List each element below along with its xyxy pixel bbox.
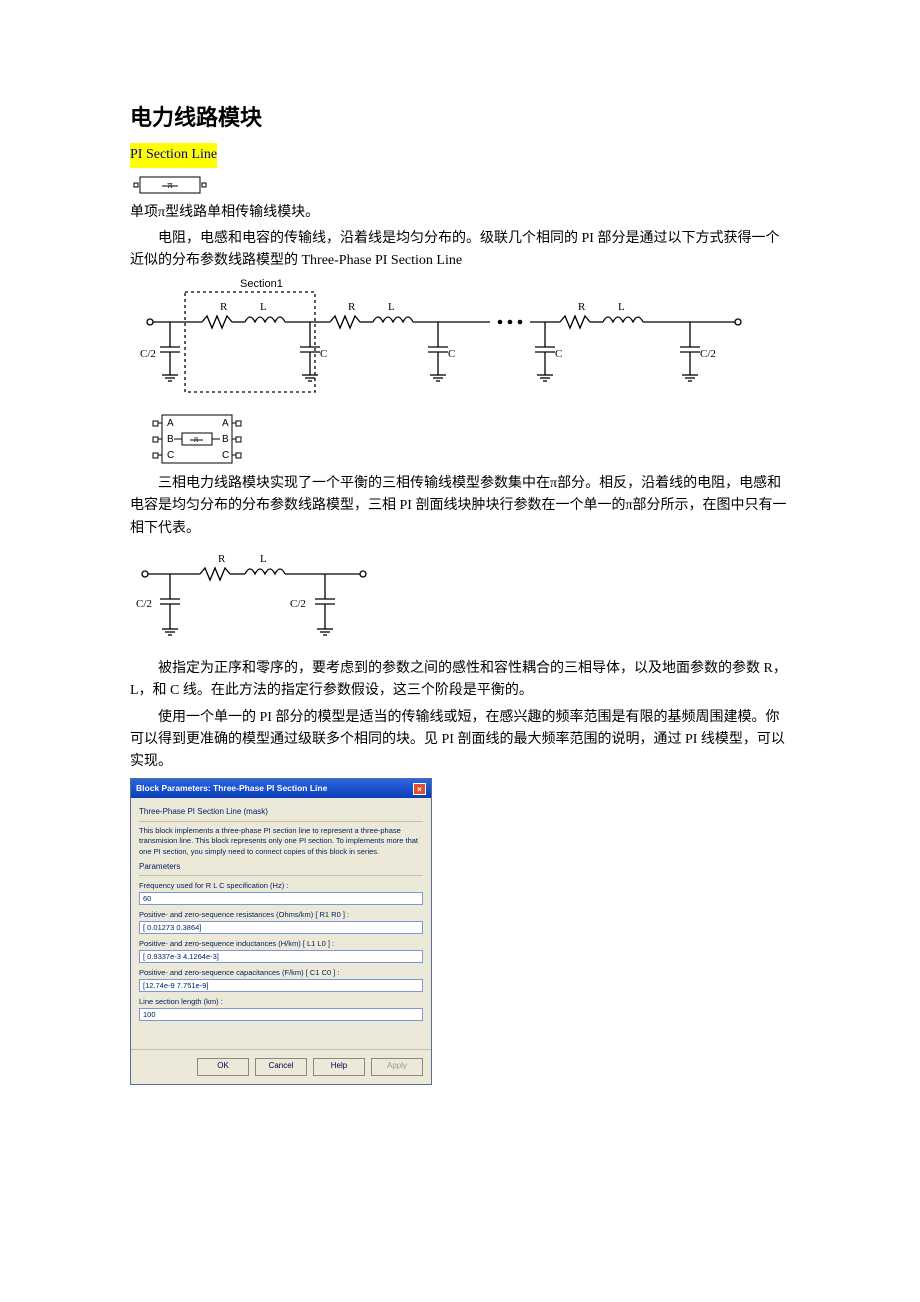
freq-input[interactable]	[139, 892, 423, 905]
svg-text:R: R	[220, 301, 228, 313]
resist-label: Positive- and zero-sequence resistances …	[139, 909, 423, 921]
svg-text:L: L	[260, 553, 267, 565]
para4: 被指定为正序和零序的，要考虑到的参数之间的感性和容性耦合的三相导体，以及地面参数…	[130, 658, 790, 703]
svg-text:C: C	[448, 348, 455, 360]
svg-text:C: C	[222, 450, 229, 461]
dialog-description: This block implements a three-phase PI s…	[139, 826, 423, 856]
svg-text:C: C	[555, 348, 562, 360]
diagram-single-pi: C/2 R L C/2	[130, 544, 790, 654]
svg-text:B: B	[222, 434, 229, 445]
section1-label: Section1	[240, 278, 283, 290]
svg-text:L: L	[260, 301, 267, 313]
apply-button[interactable]: Apply	[371, 1058, 423, 1076]
induct-input[interactable]	[139, 950, 423, 963]
dialog-title-text: Block Parameters: Three-Phase PI Section…	[136, 782, 327, 796]
induct-label: Positive- and zero-sequence inductances …	[139, 938, 423, 950]
ok-button[interactable]: OK	[197, 1058, 249, 1076]
capac-input[interactable]	[139, 979, 423, 992]
svg-text:C/2: C/2	[136, 598, 152, 610]
svg-text:C: C	[167, 450, 174, 461]
svg-text:L: L	[388, 301, 395, 313]
svg-text:A: A	[222, 418, 229, 429]
para5: 使用一个单一的 PI 部分的模型是适当的传输线或短，在感兴趣的频率范围是有限的基…	[130, 707, 790, 774]
svg-text:C/2: C/2	[290, 598, 306, 610]
pi-block-icon: π	[130, 174, 790, 196]
highlight-label: PI Section Line	[130, 143, 217, 167]
resist-input[interactable]	[139, 921, 423, 934]
length-input[interactable]	[139, 1008, 423, 1021]
svg-text:B: B	[167, 434, 174, 445]
svg-text:R: R	[578, 301, 586, 313]
para2: 电阻，电感和电容的传输线，沿着线是均匀分布的。级联几个相同的 PI 部分是通过以…	[130, 228, 790, 273]
diagram-cascade: Section1 C/2 R L C R L	[130, 277, 790, 407]
help-button[interactable]: Help	[313, 1058, 365, 1076]
svg-text:π: π	[194, 434, 199, 444]
length-label: Line section length (km) :	[139, 996, 423, 1008]
svg-text:C/2: C/2	[700, 348, 716, 360]
capac-label: Positive- and zero-sequence capacitances…	[139, 967, 423, 979]
dialog-titlebar[interactable]: Block Parameters: Three-Phase PI Section…	[131, 779, 431, 799]
freq-label: Frequency used for R L C specification (…	[139, 880, 423, 892]
page-title: 电力线路模块	[130, 100, 790, 135]
block-parameters-dialog: Block Parameters: Three-Phase PI Section…	[130, 778, 432, 1086]
cancel-button[interactable]: Cancel	[255, 1058, 307, 1076]
para1: 单项π型线路单相传输线模块。	[130, 202, 790, 224]
parameters-header: Parameters	[139, 861, 423, 874]
svg-text:C: C	[320, 348, 327, 360]
three-phase-block-icon: π A A B B C C	[150, 413, 790, 467]
svg-text:A: A	[167, 418, 174, 429]
mask-label: Three-Phase PI Section Line (mask)	[139, 806, 423, 819]
svg-text:C/2: C/2	[140, 348, 156, 360]
close-icon[interactable]: ×	[413, 783, 426, 795]
para3: 三相电力线路模块实现了一个平衡的三相传输线模型参数集中在π部分。相反，沿着线的电…	[130, 473, 790, 540]
svg-text:L: L	[618, 301, 625, 313]
svg-text:R: R	[348, 301, 356, 313]
svg-text:R: R	[218, 553, 226, 565]
